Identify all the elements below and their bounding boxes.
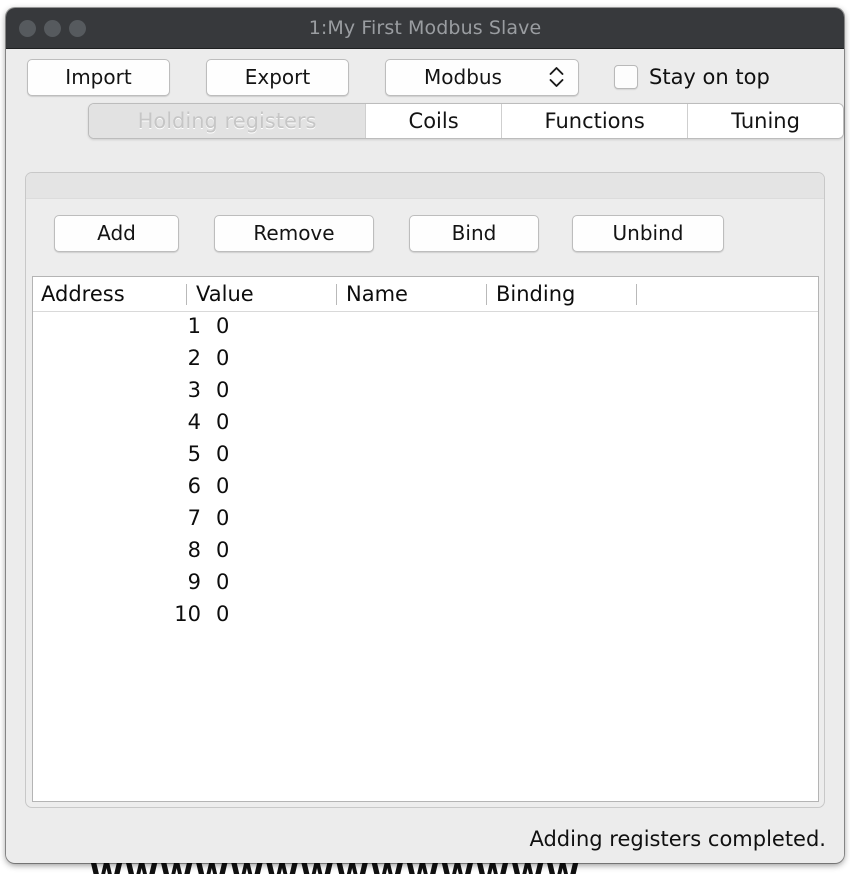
cell-address: 8 — [187, 538, 201, 562]
protocol-select[interactable]: Modbus — [385, 58, 579, 96]
cell-address: 1 — [187, 314, 201, 338]
cell-value: 0 — [216, 506, 230, 530]
column-divider-4[interactable] — [636, 284, 637, 305]
table-row[interactable]: 6 0 — [33, 472, 818, 504]
cell-value: 0 — [216, 538, 230, 562]
table-row[interactable]: 1 0 — [33, 312, 818, 344]
table-row[interactable]: 8 0 — [33, 536, 818, 568]
column-header-binding[interactable]: Binding — [496, 282, 575, 306]
panel-top-band — [26, 173, 824, 199]
cell-address: 3 — [187, 378, 201, 402]
registers-table[interactable]: Address Value Name Binding 1 0 2 0 3 0 4… — [32, 276, 819, 802]
unbind-button[interactable]: Unbind — [572, 214, 724, 252]
cell-address: 2 — [187, 346, 201, 370]
bind-button[interactable]: Bind — [409, 214, 539, 252]
close-button[interactable] — [19, 19, 36, 37]
table-row[interactable]: 2 0 — [33, 344, 818, 376]
tab-panel-holding-registers: Add Remove Bind Unbind Address Value Nam… — [25, 172, 825, 808]
add-button[interactable]: Add — [54, 214, 179, 252]
remove-button[interactable]: Remove — [214, 214, 374, 252]
toolbar: Import Export Modbus Stay on top — [6, 49, 844, 105]
protocol-select-value: Modbus — [424, 64, 502, 89]
table-row[interactable]: 9 0 — [33, 568, 818, 600]
tab-functions[interactable]: Functions — [502, 104, 689, 138]
cell-value: 0 — [216, 602, 230, 626]
minimize-button[interactable] — [44, 19, 61, 37]
table-row[interactable]: 4 0 — [33, 408, 818, 440]
cell-value: 0 — [216, 474, 230, 498]
tab-bar: Holding registers Coils Functions Tuning — [6, 103, 844, 139]
window-title: 1:My First Modbus Slave — [308, 17, 542, 39]
tab-coils[interactable]: Coils — [366, 104, 503, 138]
tab-strip: Holding registers Coils Functions Tuning — [88, 103, 844, 139]
cell-address: 7 — [187, 506, 201, 530]
import-button[interactable]: Import — [27, 58, 170, 96]
stay-on-top-label: Stay on top — [649, 65, 770, 89]
cell-address: 5 — [187, 442, 201, 466]
cell-address: 10 — [174, 602, 201, 626]
cell-address: 4 — [187, 410, 201, 434]
cell-address: 6 — [187, 474, 201, 498]
zoom-button[interactable] — [69, 19, 86, 37]
table-header-row: Address Value Name Binding — [33, 277, 818, 312]
table-row[interactable]: 3 0 — [33, 376, 818, 408]
window-titlebar: 1:My First Modbus Slave — [6, 8, 844, 49]
column-divider-2[interactable] — [336, 284, 337, 305]
cell-value: 0 — [216, 442, 230, 466]
action-bar: Add Remove Bind Unbind — [26, 199, 824, 267]
export-button[interactable]: Export — [206, 58, 349, 96]
column-divider-3[interactable] — [486, 284, 487, 305]
table-row[interactable]: 7 0 — [33, 504, 818, 536]
tab-holding-registers[interactable]: Holding registers — [89, 104, 367, 138]
cell-value: 0 — [216, 346, 230, 370]
app-window: 1:My First Modbus Slave Import Export Mo… — [6, 8, 844, 863]
column-header-name[interactable]: Name — [346, 282, 408, 306]
tab-tuning[interactable]: Tuning — [688, 104, 843, 138]
stay-on-top-control[interactable]: Stay on top — [614, 65, 770, 89]
window-controls — [6, 19, 86, 37]
cell-address: 9 — [187, 570, 201, 594]
cell-value: 0 — [216, 314, 230, 338]
table-body: 1 0 2 0 3 0 4 0 5 0 6 0 7 0 8 0 9 0 10 0 — [33, 312, 818, 632]
stay-on-top-checkbox[interactable] — [614, 65, 638, 89]
status-message: Adding registers completed. — [529, 827, 826, 851]
table-row[interactable]: 5 0 — [33, 440, 818, 472]
column-header-address[interactable]: Address — [41, 282, 125, 306]
cell-value: 0 — [216, 570, 230, 594]
column-divider-1[interactable] — [186, 284, 187, 305]
status-bar: Adding registers completed. — [6, 816, 844, 862]
cell-value: 0 — [216, 410, 230, 434]
cell-value: 0 — [216, 378, 230, 402]
column-header-value[interactable]: Value — [196, 282, 254, 306]
chevron-updown-icon — [549, 67, 564, 88]
table-row[interactable]: 10 0 — [33, 600, 818, 632]
